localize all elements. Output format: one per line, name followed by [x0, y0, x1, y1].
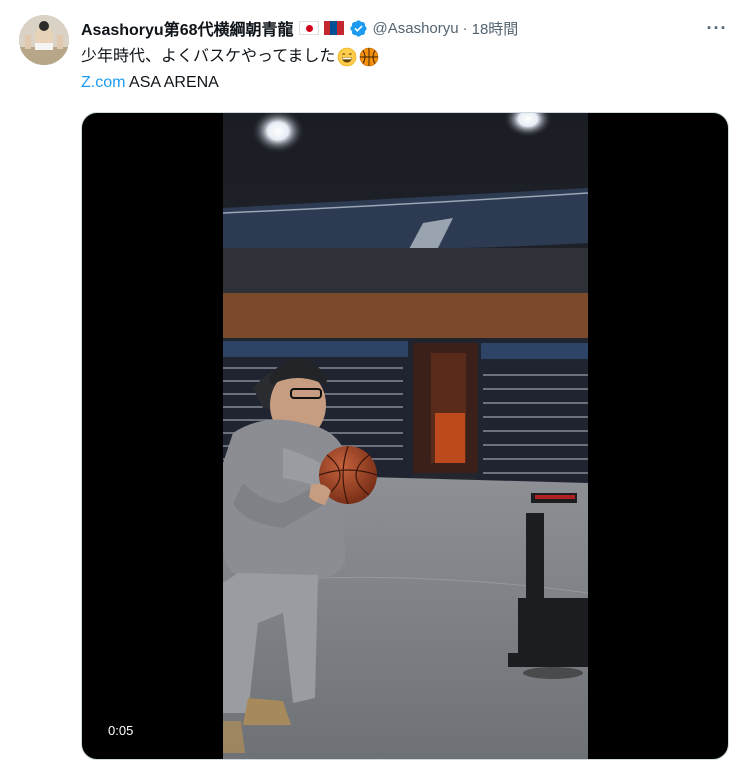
- more-options-icon[interactable]: ···: [703, 17, 731, 39]
- basketball-icon: [360, 47, 379, 67]
- tweet-card[interactable]: Asashoryu第68代横綱朝青龍 @Asashoryu · 18時間 ···…: [0, 0, 745, 773]
- video-player[interactable]: 0:05: [81, 112, 729, 760]
- more-options-label: ···: [706, 18, 728, 38]
- tweet-header: Asashoryu第68代横綱朝青龍 @Asashoryu · 18時間: [81, 16, 519, 40]
- mongolia-flag-icon: [323, 21, 344, 35]
- timestamp-link[interactable]: 18時間: [472, 18, 519, 39]
- tweet-location-line: Z.com ASA ARENA: [81, 72, 219, 94]
- tweet-text: 少年時代、よくバスケやってました: [81, 46, 379, 68]
- display-name[interactable]: Asashoryu第68代横綱朝青龍: [81, 16, 294, 40]
- tweet-text-body: 少年時代、よくバスケやってました: [81, 48, 336, 65]
- video-timestamp: 0:05: [108, 723, 134, 738]
- zcom-link[interactable]: Z.com: [81, 74, 125, 91]
- separator-dot: ·: [462, 19, 468, 37]
- video-frame[interactable]: [223, 113, 588, 759]
- grinning-face-icon: [338, 47, 357, 67]
- verified-badge-icon[interactable]: [349, 19, 368, 38]
- location-text: ASA ARENA: [125, 74, 219, 91]
- japan-flag-icon: [298, 21, 319, 35]
- avatar[interactable]: [19, 15, 69, 65]
- handle[interactable]: @Asashoryu: [373, 20, 459, 37]
